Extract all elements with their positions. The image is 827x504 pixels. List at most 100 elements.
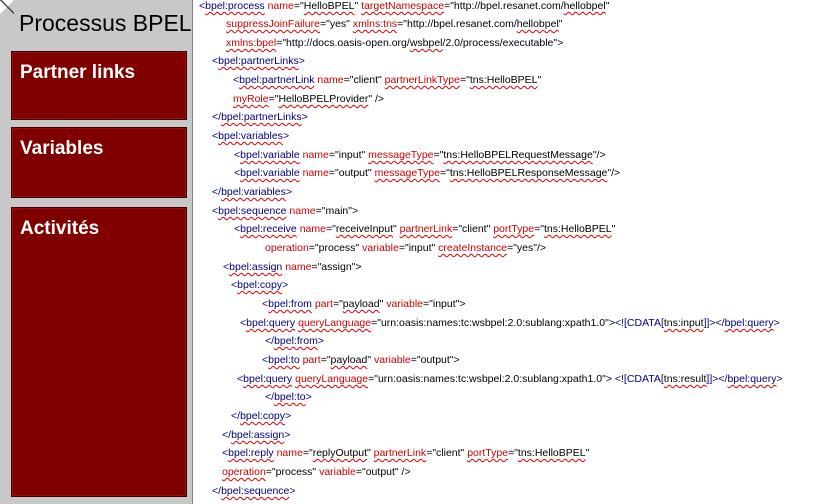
code-token: xmlns:tns xyxy=(352,18,398,30)
code-token: =" xyxy=(325,223,336,235)
code-token: bpel:process xyxy=(205,0,265,12)
code-token: tns:input xyxy=(663,317,704,329)
code-token: </ xyxy=(265,335,275,347)
code-token: " xyxy=(537,74,542,86)
code-line: <bpel:variable name="input" messageType=… xyxy=(234,148,606,162)
code-line: <bpel:variables> xyxy=(212,129,289,143)
code-token: =" xyxy=(320,354,331,366)
code-token: ="http://docs.oasis-open.org/ xyxy=(276,37,410,49)
code-token: ="urn:oasis:names:tc:wsbpel:2.0:sublang:… xyxy=(371,317,615,329)
code-line: <bpel:assign name="assign"> xyxy=(223,260,362,274)
code-token: bpel:copy xyxy=(237,279,283,291)
code-line: <bpel:partnerLink name="client" partnerL… xyxy=(233,73,541,87)
code-token: ="output" xyxy=(328,167,375,179)
code-token: > xyxy=(317,335,324,347)
code-token: targetNamespace xyxy=(361,0,445,12)
code-token: > xyxy=(289,485,296,497)
code-token: partnerLinkType xyxy=(384,74,460,86)
code-token: ="assign"> xyxy=(311,261,362,273)
code-line: myRole="HelloBPELProvider" /> xyxy=(233,92,384,106)
page-corner-line xyxy=(0,0,14,14)
code-token: =" xyxy=(433,149,444,161)
code-token: ="client" xyxy=(343,74,385,86)
code-line: <bpel:query queryLanguage="urn:oasis:nam… xyxy=(237,372,783,386)
code-token: "/> xyxy=(592,149,606,161)
code-token: tns:HelloBPEL xyxy=(469,74,538,86)
code-token: > xyxy=(282,279,289,291)
section-partner-links[interactable]: Partner links xyxy=(11,51,187,120)
code-token: > xyxy=(298,55,305,67)
code-token: variable xyxy=(362,242,399,254)
code-token: </ xyxy=(212,111,222,123)
code-token: bpel:query xyxy=(246,317,296,329)
code-token: bpel:to xyxy=(268,354,300,366)
code-line: </bpel:copy> xyxy=(231,409,291,423)
code-token: tns:HelloBPEL xyxy=(543,223,612,235)
code-token: variable xyxy=(386,298,424,310)
code-token: operation xyxy=(265,242,309,254)
code-token: payload xyxy=(342,298,380,310)
code-token: bpel:variables xyxy=(218,130,283,142)
code-token: bpel:partnerLinks xyxy=(218,55,299,67)
code-token: ="output"> xyxy=(410,354,460,366)
code-token: <![CDATA[ xyxy=(614,317,664,329)
code-token: " xyxy=(585,447,590,459)
code-token: receiveInput xyxy=(335,223,394,235)
section-label: Variables xyxy=(20,138,104,159)
code-token: queryLanguage xyxy=(295,373,369,385)
code-token: bpel:partnerLinks xyxy=(221,111,302,123)
code-token: name xyxy=(285,261,312,273)
code-token: " xyxy=(367,447,374,459)
code-token: bpel:copy xyxy=(240,410,286,422)
code-token: operation xyxy=(222,466,266,478)
bpel-outline-panel: Processus BPEL Partner links Variables A… xyxy=(0,0,193,504)
code-token: variable xyxy=(319,466,356,478)
section-variables[interactable]: Variables xyxy=(11,127,187,198)
code-line: <bpel:query queryLanguage="urn:oasis:nam… xyxy=(240,316,780,330)
code-token: > xyxy=(301,111,308,123)
code-token: bpel:assign xyxy=(231,429,285,441)
code-token: </ xyxy=(715,317,725,329)
code-token: ]]> xyxy=(706,373,719,385)
section-activites[interactable]: Activités xyxy=(11,207,187,497)
code-token: ="http://bpel.resanet.com/ xyxy=(397,18,517,30)
code-token: =" xyxy=(508,447,518,459)
code-token: </ xyxy=(265,391,275,403)
code-token: ="input"> xyxy=(423,298,466,310)
code-token: tns:result xyxy=(663,373,707,385)
code-line: xmlns:bpel="http://docs.oasis-open.org/w… xyxy=(226,36,563,50)
code-token: " /> xyxy=(368,93,385,105)
panel-title: Processus BPEL xyxy=(19,10,192,36)
code-token: > xyxy=(305,391,312,403)
code-token: =" xyxy=(302,447,313,459)
code-token: portType xyxy=(467,447,509,459)
code-token: " xyxy=(558,18,563,30)
code-token: " xyxy=(393,223,400,235)
code-token: ="urn:oasis:names:tc:wsbpel:2.0:sublang:… xyxy=(368,373,615,385)
code-token: "/> xyxy=(607,167,621,179)
code-token: name xyxy=(289,205,316,217)
code-token: =" xyxy=(293,0,304,12)
code-line: </bpel:partnerLinks> xyxy=(212,110,308,124)
code-line: </bpel:from> xyxy=(265,334,324,348)
code-token: HelloBPEL xyxy=(303,0,355,12)
code-token: > xyxy=(282,130,290,142)
code-token: suppressJoinFailure xyxy=(226,18,320,30)
code-token: xmlns:bpel xyxy=(226,37,277,49)
code-token: </ xyxy=(231,410,241,422)
code-token: hellobpel xyxy=(516,18,559,30)
code-token: ="http://bpel.resanet.com/ xyxy=(444,0,564,12)
code-token: bpel:variable xyxy=(240,149,300,161)
code-token: name xyxy=(302,149,329,161)
code-token: hellobpel xyxy=(563,0,606,12)
code-token: bpel:variable xyxy=(240,167,300,179)
code-token: =" xyxy=(534,223,544,235)
code-token: bpel:sequence xyxy=(221,485,290,497)
code-token: " xyxy=(605,0,610,12)
code-token: payload xyxy=(330,354,368,366)
code-token: =" xyxy=(332,298,343,310)
code-token: bpel:to xyxy=(274,391,306,403)
code-line: <bpel:from part="payload" variable="inpu… xyxy=(262,297,466,311)
code-token: tns:HelloBPELRequestMessage xyxy=(443,149,593,161)
code-token: tns:HelloBPELResponseMessage xyxy=(449,167,608,179)
